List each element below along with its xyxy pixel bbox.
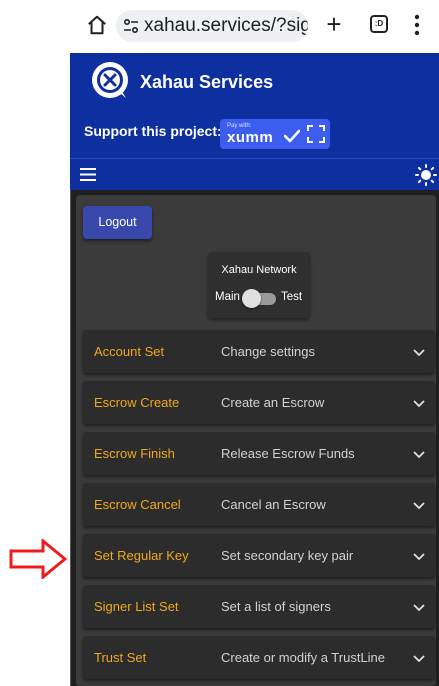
accordion-title: Trust Set <box>94 650 147 665</box>
browser-toolbar: xahau.services/?sig + :D <box>70 0 439 53</box>
transactions-panel: Logout Xahau Network Main Test Account S… <box>76 195 436 686</box>
chevron-down-icon[interactable] <box>413 604 425 612</box>
accordion-description: Set a list of signers <box>221 599 331 614</box>
toggle-knob[interactable] <box>242 289 261 308</box>
chevron-down-icon[interactable] <box>413 502 425 510</box>
accordion-title: Escrow Cancel <box>94 497 181 512</box>
accordion-title: Account Set <box>94 344 165 359</box>
accordion-title: Signer List Set <box>94 599 179 614</box>
accordion-title: Set Regular Key <box>94 548 189 563</box>
xumm-brand-label: xumm <box>227 129 274 146</box>
more-menu-icon[interactable] <box>413 13 421 37</box>
accordion-title: Escrow Finish <box>94 446 175 461</box>
xahau-logo-icon <box>92 62 128 98</box>
xumm-pay-button[interactable]: Pay with: xumm <box>220 119 330 149</box>
address-bar[interactable]: xahau.services/?sig <box>116 10 308 42</box>
accordion-description: Create or modify a TrustLine <box>221 650 386 665</box>
accordion-title: Escrow Create <box>94 395 180 410</box>
chevron-down-icon[interactable] <box>413 553 425 561</box>
logout-button[interactable]: Logout <box>83 206 152 239</box>
accordion-description: Change settings <box>221 344 315 359</box>
chevron-down-icon[interactable] <box>413 451 425 459</box>
accordion-item-set-regular-key[interactable]: Set Regular Key Set secondary key pair <box>83 534 435 577</box>
site-settings-icon[interactable] <box>123 18 139 34</box>
network-switch-card: Xahau Network Main Test <box>208 252 310 318</box>
app-title: Xahau Services <box>140 72 274 92</box>
tab-switcher-icon[interactable]: :D <box>370 15 388 33</box>
accordion-description: Create an Escrow <box>221 395 325 410</box>
hamburger-menu-icon[interactable] <box>80 168 96 181</box>
accordion-item-account-set[interactable]: Account Set Change settings <box>83 330 435 373</box>
accordion-item-escrow-create[interactable]: Escrow Create Create an Escrow <box>83 381 435 424</box>
annotation-arrow-icon <box>9 539 67 579</box>
sun-icon[interactable] <box>415 164 437 186</box>
main-content: Logout Xahau Network Main Test Account S… <box>70 190 439 686</box>
accordion-item-trust-set[interactable]: Trust Set Create or modify a TrustLine <box>83 636 435 679</box>
toggle-label-main: Main <box>215 291 240 303</box>
home-icon[interactable] <box>86 14 108 36</box>
url-text: xahau.services/?sig <box>144 15 308 36</box>
new-tab-icon[interactable]: + <box>322 11 346 39</box>
accordion-description: Cancel an Escrow <box>221 497 326 512</box>
chevron-down-icon[interactable] <box>413 349 425 357</box>
accordion-item-signer-list-set[interactable]: Signer List Set Set a list of signers <box>83 585 435 628</box>
network-title: Xahau Network <box>221 264 297 276</box>
support-label: Support this project: <box>84 123 222 139</box>
app-header: Xahau Services Support this project: Pay… <box>70 53 439 158</box>
page: xahau.services/?sig + :D Xahau Services … <box>0 0 439 686</box>
accordion-item-escrow-finish[interactable]: Escrow Finish Release Escrow Funds <box>83 432 435 475</box>
network-toggle[interactable]: Main Test <box>215 288 307 308</box>
accordion-description: Set secondary key pair <box>221 548 354 563</box>
chevron-down-icon[interactable] <box>413 400 425 408</box>
chevron-down-icon[interactable] <box>413 655 425 663</box>
qr-scan-icon <box>307 125 325 143</box>
checkmark-icon <box>284 129 300 143</box>
accordion-description: Release Escrow Funds <box>221 446 355 461</box>
toggle-label-test: Test <box>281 291 303 303</box>
app-toolbar <box>70 158 439 190</box>
accordion-item-escrow-cancel[interactable]: Escrow Cancel Cancel an Escrow <box>83 483 435 526</box>
